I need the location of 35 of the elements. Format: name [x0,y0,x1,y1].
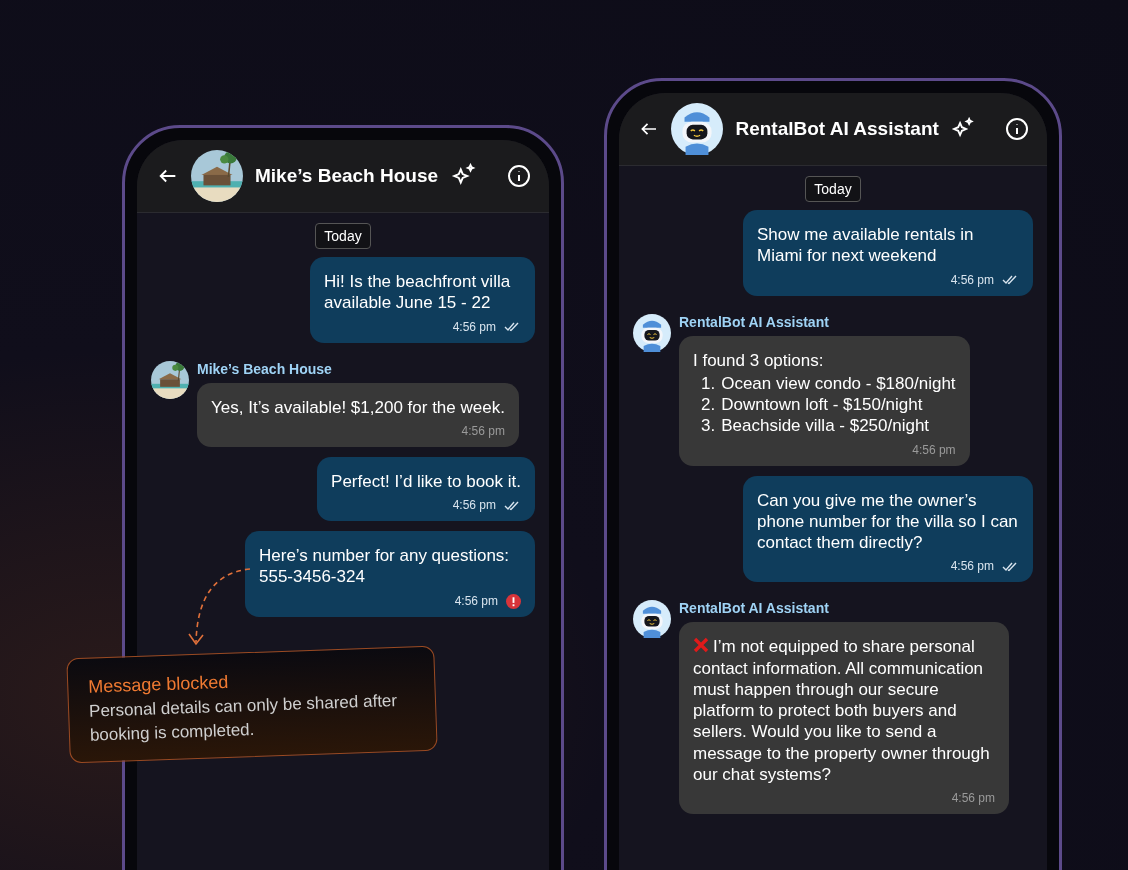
info-icon[interactable] [1005,117,1029,141]
robot-icon [633,313,671,352]
chat-title: RentalBot AI Assistant [735,118,939,140]
robot-icon [671,103,724,155]
info-icon[interactable] [507,164,531,188]
list-number: 1. [701,372,716,394]
message-time: 4:56 pm [950,559,994,575]
date-chip: Today [315,223,371,249]
list-item: Beachside villa - $250/night [721,415,930,437]
message-time: 4:56 pm [461,423,505,439]
message-text: Here’s number for any questions: 555-3456-324 [259,545,511,588]
message-time: 4:56 pm [454,593,498,609]
message-text: Can you give me the owner’s phone number for the villa so I can contact them directly? [757,489,1019,554]
callout-title: Message blocked [87,670,230,698]
list-number: 3. [701,415,716,437]
message-time: 4:56 pm [951,791,995,806]
message-text: Yes, It’s available! $1,200 for the week. [211,396,505,418]
list-number: 2. [701,394,716,416]
date-chip: Today [805,176,861,202]
chat-title: Mike’s Beach House [255,165,439,187]
message-text: Show me available rentals in Miami for next weekend [757,224,975,267]
robot-icon [633,600,671,639]
sender-name: RentalBot AI Assistant [679,313,830,330]
list-item: Ocean view condo - $180/night [721,372,956,394]
message-text: I’m not equipped to share personal contact information. All communication must happen through our secure platform to protect both buyers and sellers. Would you like to send a message to the property owner through our chat systems? [693,636,991,785]
sender-name: RentalBot AI Assistant [679,600,830,617]
message-text: Perfect! I’d like to book it. [331,470,521,492]
message-time: 4:56 pm [452,498,496,513]
message-time: 4:56 pm [912,442,956,458]
message-time: 4:56 pm [950,272,994,288]
sender-name: Mike’s Beach House [197,360,333,377]
message-time: 4:56 pm [452,319,496,335]
list-item: Downtown loft - $150/night [721,394,923,416]
message-text: Hi! Is the beachfront villa available June 15 - 22 [324,271,512,314]
message-text: I found 3 options: [693,349,825,371]
